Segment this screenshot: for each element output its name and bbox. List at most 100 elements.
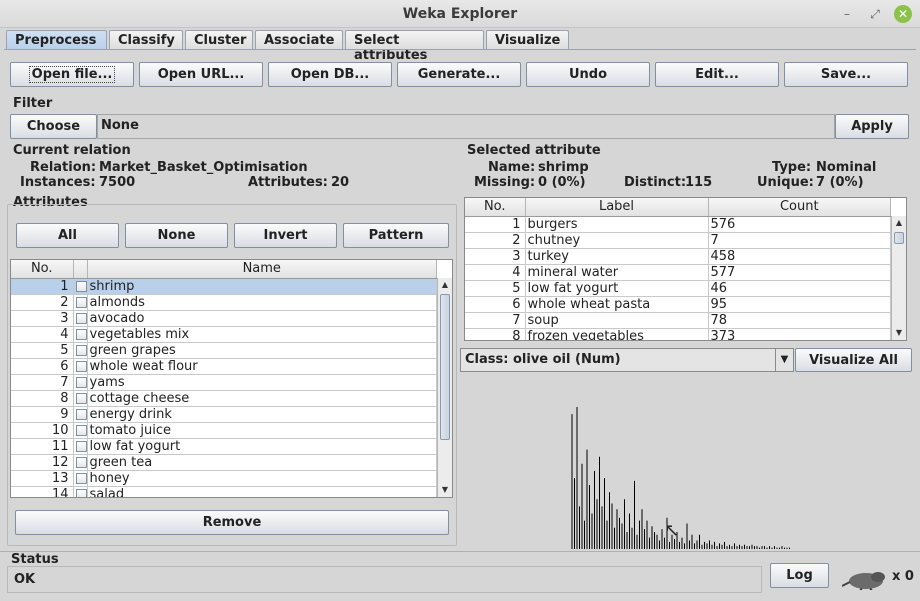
row-checkbox-cell[interactable] xyxy=(73,422,88,439)
row-checkbox[interactable] xyxy=(75,360,86,372)
tab-associate[interactable]: Associate xyxy=(255,30,343,50)
table-row[interactable]: 14 salad xyxy=(11,486,437,497)
sel-unique-label: Unique: xyxy=(757,175,814,190)
row-checkbox[interactable] xyxy=(75,440,86,452)
maximize-icon[interactable]: ⤢ xyxy=(866,5,884,23)
open-db-button[interactable]: Open DB... xyxy=(268,62,392,87)
row-checkbox[interactable] xyxy=(75,296,86,308)
open-url-button[interactable]: Open URL... xyxy=(139,62,263,87)
labels-scrollbar[interactable]: ▲ ▼ xyxy=(891,216,906,340)
row-checkbox-cell[interactable] xyxy=(73,358,88,375)
title-bar: Weka Explorer – ⤢ ✕ xyxy=(0,0,920,28)
row-checkbox-cell[interactable] xyxy=(73,326,88,343)
tab-preprocess[interactable]: Preprocess xyxy=(6,30,107,50)
open-file-label: Open file... xyxy=(28,66,116,83)
attributes-table[interactable]: No. Name 1 shrimp 2 almonds 3 avocado 4 vegetab… xyxy=(10,259,453,498)
generate-button[interactable]: Generate... xyxy=(397,62,521,87)
tab-cluster[interactable]: Cluster xyxy=(185,30,253,50)
tab-classify[interactable]: Classify xyxy=(109,30,183,50)
attributes-scrollbar[interactable]: ▲ ▼ xyxy=(437,278,452,497)
table-row[interactable]: 7 soup 78 xyxy=(465,312,891,329)
table-row[interactable]: 1 shrimp xyxy=(11,278,437,295)
row-checkbox-cell[interactable] xyxy=(73,406,88,423)
labels-scroll-down-icon[interactable]: ▼ xyxy=(892,326,906,340)
row-checkbox[interactable] xyxy=(75,424,86,436)
row-checkbox[interactable] xyxy=(75,488,86,497)
row-checkbox-cell[interactable] xyxy=(73,470,88,487)
table-row[interactable]: 13 honey xyxy=(11,470,437,487)
row-no: 6 xyxy=(11,358,74,375)
pattern-button[interactable]: Pattern xyxy=(343,223,449,248)
table-row[interactable]: 4 mineral water 577 xyxy=(465,264,891,281)
apply-button[interactable]: Apply xyxy=(835,114,909,139)
label-name: chutney xyxy=(525,232,709,249)
table-row[interactable]: 6 whole wheat pasta 95 xyxy=(465,296,891,313)
labels-scroll-up-icon[interactable]: ▲ xyxy=(892,216,906,230)
scroll-thumb[interactable] xyxy=(440,294,450,440)
table-row[interactable]: 5 green grapes xyxy=(11,342,437,359)
select-none-button[interactable]: None xyxy=(125,223,228,248)
filter-field[interactable]: None xyxy=(97,114,835,139)
row-checkbox[interactable] xyxy=(75,472,86,484)
col-count-header[interactable]: Count xyxy=(708,198,891,217)
chevron-down-icon[interactable]: ▼ xyxy=(775,349,793,371)
table-row[interactable]: 12 green tea xyxy=(11,454,437,471)
row-checkbox[interactable] xyxy=(75,408,86,420)
row-checkbox-cell[interactable] xyxy=(73,390,88,407)
col-name-header[interactable]: Name xyxy=(87,260,437,279)
row-checkbox-cell[interactable] xyxy=(73,294,88,311)
row-checkbox[interactable] xyxy=(75,328,86,340)
table-row[interactable]: 1 burgers 576 xyxy=(465,216,891,233)
tab-select-attributes[interactable]: Select attributes xyxy=(345,30,484,63)
table-row[interactable]: 8 cottage cheese xyxy=(11,390,437,407)
row-checkbox[interactable] xyxy=(75,280,86,292)
edit-button[interactable]: Edit... xyxy=(655,62,779,87)
row-checkbox[interactable] xyxy=(75,344,86,356)
table-row[interactable]: 10 tomato juice xyxy=(11,422,437,439)
row-checkbox[interactable] xyxy=(75,392,86,404)
scroll-down-icon[interactable]: ▼ xyxy=(438,483,452,497)
open-file-button[interactable]: Open file... xyxy=(10,62,134,87)
row-checkbox-cell[interactable] xyxy=(73,310,88,327)
labels-table[interactable]: No. Label Count 1 burgers 576 2 chutney 7 3 tur… xyxy=(464,197,907,341)
weka-bird-icon[interactable] xyxy=(841,568,888,591)
tab-visualize[interactable]: Visualize xyxy=(486,30,569,50)
save-button[interactable]: Save... xyxy=(784,62,908,87)
table-row[interactable]: 3 avocado xyxy=(11,310,437,327)
choose-filter-button[interactable]: Choose xyxy=(10,114,97,139)
table-row[interactable]: 8 frozen vegetables 373 xyxy=(465,328,891,340)
table-row[interactable]: 4 vegetables mix xyxy=(11,326,437,343)
invert-button[interactable]: Invert xyxy=(234,223,337,248)
class-dropdown[interactable]: Class: olive oil (Num) ▼ xyxy=(460,348,794,372)
scroll-up-icon[interactable]: ▲ xyxy=(438,278,452,292)
table-row[interactable]: 2 chutney 7 xyxy=(465,232,891,249)
table-row[interactable]: 2 almonds xyxy=(11,294,437,311)
visualize-all-button[interactable]: Visualize All xyxy=(795,348,912,372)
labels-scroll-thumb[interactable] xyxy=(894,232,904,244)
row-checkbox-cell[interactable] xyxy=(73,454,88,471)
row-checkbox[interactable] xyxy=(75,456,86,468)
row-checkbox-cell[interactable] xyxy=(73,342,88,359)
col-label-header[interactable]: Label xyxy=(525,198,709,217)
close-icon[interactable]: ✕ xyxy=(894,5,912,23)
log-button[interactable]: Log xyxy=(770,563,829,588)
minimize-icon[interactable]: – xyxy=(838,5,856,23)
row-checkbox-cell[interactable] xyxy=(73,278,88,295)
row-checkbox-cell[interactable] xyxy=(73,374,88,391)
col-no-header[interactable]: No. xyxy=(11,260,74,279)
table-row[interactable]: 7 yams xyxy=(11,374,437,391)
row-checkbox-cell[interactable] xyxy=(73,438,88,455)
remove-button[interactable]: Remove xyxy=(15,510,449,535)
table-row[interactable]: 6 whole weat flour xyxy=(11,358,437,375)
undo-button[interactable]: Undo xyxy=(526,62,650,87)
row-checkbox-cell[interactable] xyxy=(73,486,88,497)
row-checkbox[interactable] xyxy=(75,376,86,388)
table-row[interactable]: 3 turkey 458 xyxy=(465,248,891,265)
table-row[interactable]: 9 energy drink xyxy=(11,406,437,423)
table-row[interactable]: 5 low fat yogurt 46 xyxy=(465,280,891,297)
row-checkbox[interactable] xyxy=(75,312,86,324)
col-label-no-header[interactable]: No. xyxy=(465,198,526,217)
select-all-button[interactable]: All xyxy=(16,223,119,248)
label-no: 5 xyxy=(465,280,526,297)
table-row[interactable]: 11 low fat yogurt xyxy=(11,438,437,455)
